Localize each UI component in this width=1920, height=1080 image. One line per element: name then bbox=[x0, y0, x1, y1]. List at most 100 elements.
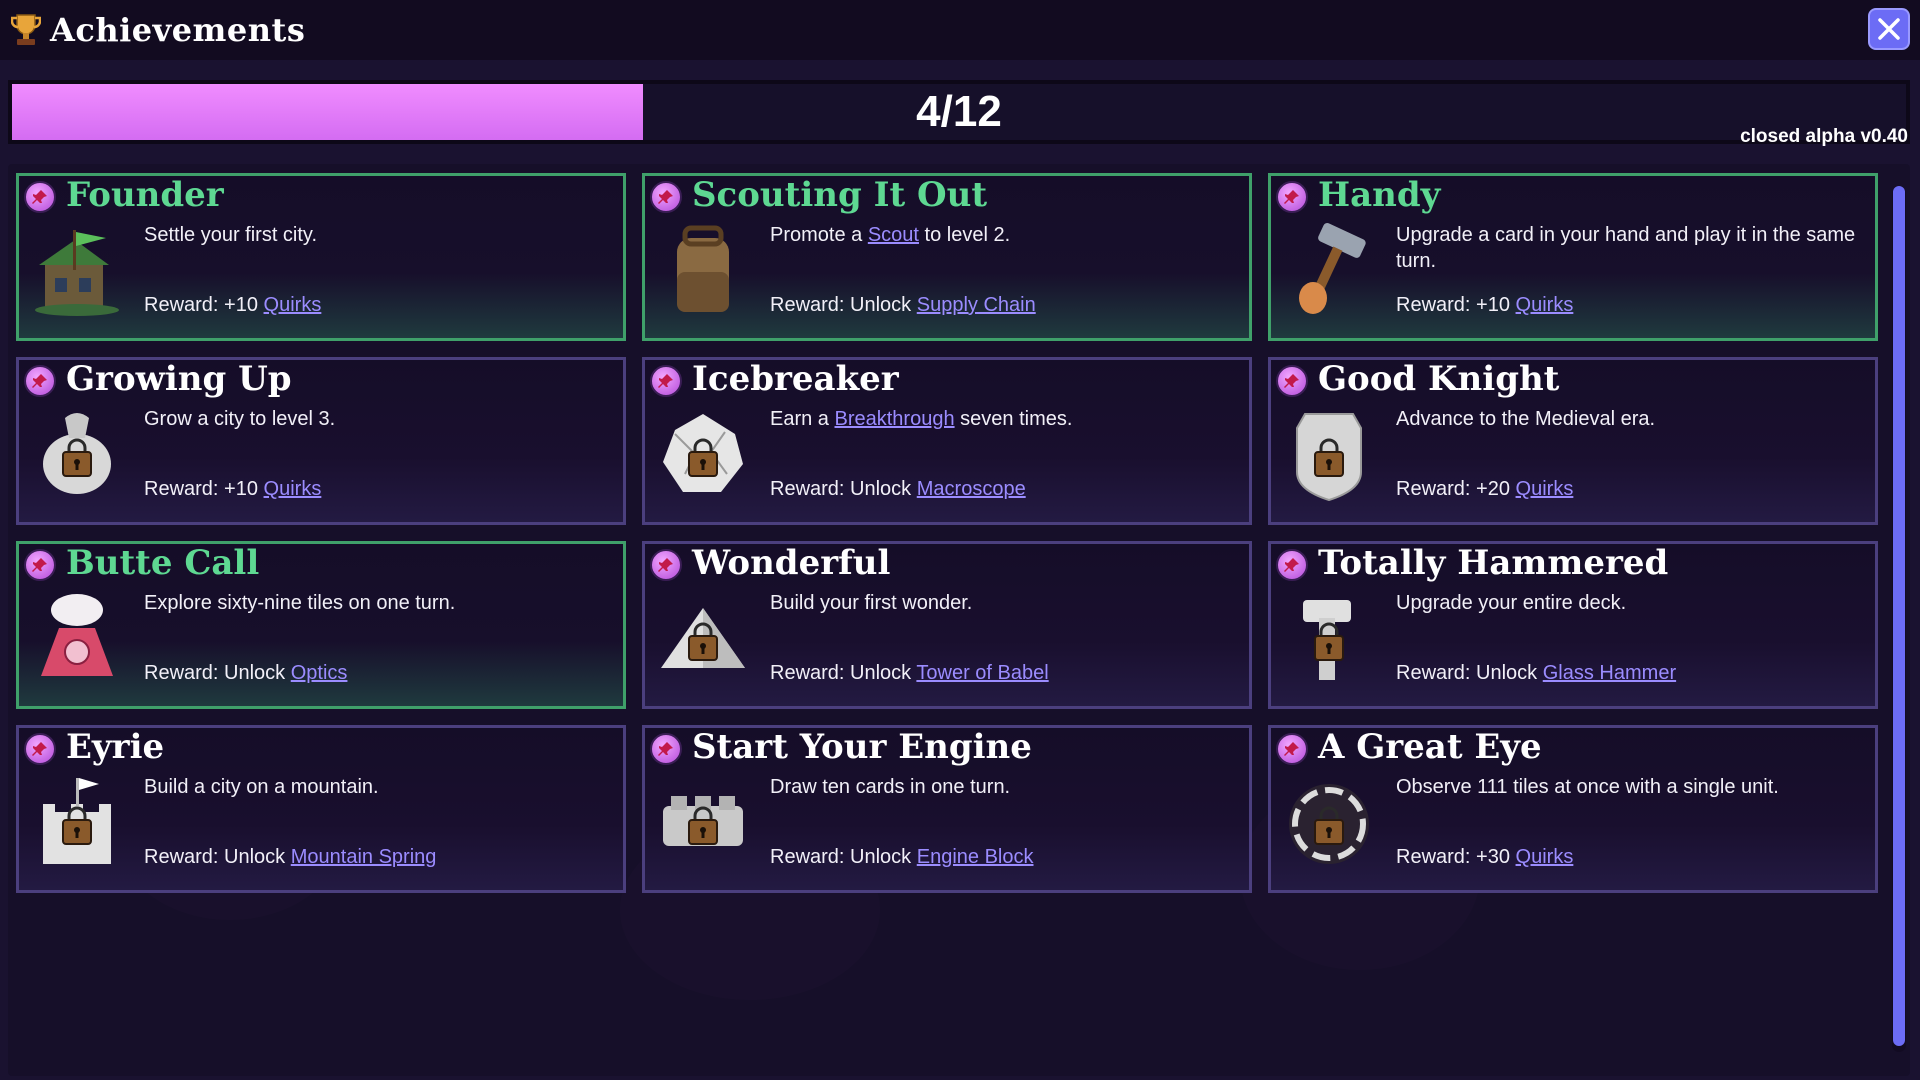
description-text: Draw ten cards in one turn. bbox=[770, 776, 1011, 798]
achievement-card: Eyrie Build a city on a mountain. Reward: … bbox=[16, 725, 626, 893]
locked-pyramid-icon bbox=[655, 588, 751, 688]
achievement-card: Good Knight Advance to the Medieval era. R… bbox=[1268, 357, 1878, 525]
achievement-badge bbox=[24, 365, 56, 397]
reward-link[interactable]: Macroscope bbox=[917, 478, 1026, 500]
locked-shield-icon bbox=[1281, 404, 1377, 504]
reward-link[interactable]: Quirks bbox=[264, 294, 322, 316]
achievement-badge bbox=[650, 549, 682, 581]
description-text: Promote a bbox=[770, 224, 863, 246]
achievement-description: Build a city on a mountain. bbox=[144, 774, 614, 800]
description-text: seven times. bbox=[960, 408, 1073, 430]
achievement-reward: Reward: +10 Quirks bbox=[144, 478, 321, 501]
locked-eye-icon bbox=[1281, 772, 1377, 872]
achievement-title: Handy bbox=[1318, 175, 1441, 215]
achievement-title: Butte Call bbox=[66, 543, 260, 583]
reward-type: Unlock bbox=[224, 662, 286, 684]
reward-link[interactable]: Tower of Babel bbox=[916, 662, 1048, 684]
pin-icon bbox=[32, 190, 47, 204]
reward-link[interactable]: Supply Chain bbox=[917, 294, 1036, 316]
achievement-card: Start Your Engine Draw ten cards in one t… bbox=[642, 725, 1252, 893]
pin-icon bbox=[1284, 558, 1299, 572]
locked-castle-icon bbox=[29, 772, 125, 872]
achievement-description: Upgrade your entire deck. bbox=[1396, 590, 1866, 616]
achievement-reward: Reward: Unlock Glass Hammer bbox=[1396, 662, 1676, 685]
achievement-badge bbox=[24, 549, 56, 581]
achievement-badge bbox=[650, 733, 682, 765]
reward-prefix: Reward: bbox=[770, 846, 845, 868]
achievement-badge bbox=[1276, 733, 1308, 765]
description-text: Grow a city to level 3. bbox=[144, 408, 336, 430]
achievement-card: A Great Eye Observe 111 tiles at once wit… bbox=[1268, 725, 1878, 893]
reward-type: +10 bbox=[224, 294, 258, 316]
achievement-title: Wonderful bbox=[692, 543, 891, 583]
reward-link[interactable]: Quirks bbox=[264, 478, 322, 500]
achievement-card: Scouting It Out Promote a Scout to level … bbox=[642, 173, 1252, 341]
description-link[interactable]: Scout bbox=[868, 224, 919, 246]
description-text: Earn a bbox=[770, 408, 829, 430]
reward-link[interactable]: Quirks bbox=[1516, 294, 1574, 316]
achievement-description: Settle your first city. bbox=[144, 222, 614, 248]
scrollbar[interactable] bbox=[1892, 186, 1906, 1052]
reward-prefix: Reward: bbox=[1396, 846, 1471, 868]
reward-link[interactable]: Engine Block bbox=[917, 846, 1034, 868]
achievement-description: Earn a Breakthrough seven times. bbox=[770, 406, 1240, 432]
reward-link[interactable]: Quirks bbox=[1516, 478, 1574, 500]
scrollbar-thumb[interactable] bbox=[1893, 186, 1905, 1046]
reward-type: +20 bbox=[1476, 478, 1510, 500]
reward-prefix: Reward: bbox=[770, 478, 845, 500]
pin-icon bbox=[658, 374, 673, 388]
achievement-badge bbox=[1276, 365, 1308, 397]
pin-icon bbox=[1284, 190, 1299, 204]
achievement-reward: Reward: +10 Quirks bbox=[1396, 294, 1573, 317]
pin-icon bbox=[658, 190, 673, 204]
reward-type: +10 bbox=[224, 478, 258, 500]
reward-prefix: Reward: bbox=[1396, 478, 1471, 500]
achievement-description: Promote a Scout to level 2. bbox=[770, 222, 1240, 248]
achievement-reward: Reward: Unlock Supply Chain bbox=[770, 294, 1036, 317]
achievement-reward: Reward: Unlock Macroscope bbox=[770, 478, 1026, 501]
reward-prefix: Reward: bbox=[770, 294, 845, 316]
reward-type: Unlock bbox=[850, 846, 912, 868]
reward-prefix: Reward: bbox=[144, 294, 219, 316]
reward-link[interactable]: Optics bbox=[291, 662, 348, 684]
achievement-reward: Reward: Unlock Mountain Spring bbox=[144, 846, 436, 869]
reward-prefix: Reward: bbox=[144, 846, 219, 868]
achievement-reward: Reward: +30 Quirks bbox=[1396, 846, 1573, 869]
reward-link[interactable]: Glass Hammer bbox=[1543, 662, 1676, 684]
locked-sack-icon bbox=[29, 404, 125, 504]
description-text: Settle your first city. bbox=[144, 224, 318, 246]
page-title: Achievements bbox=[50, 11, 306, 49]
achievement-progress-bar: 4/12 bbox=[8, 80, 1910, 144]
header-bar: Achievements bbox=[0, 0, 1920, 60]
pin-icon bbox=[658, 558, 673, 572]
description-text: Build a city on a mountain. bbox=[144, 776, 379, 798]
locked-hammer-icon bbox=[1281, 588, 1377, 688]
reward-prefix: Reward: bbox=[770, 662, 845, 684]
achievement-card: Growing Up Grow a city to level 3. Reward:… bbox=[16, 357, 626, 525]
description-text: Explore sixty-nine tiles on one turn. bbox=[144, 592, 456, 614]
description-text: Advance to the Medieval era. bbox=[1396, 408, 1656, 430]
reward-type: Unlock bbox=[850, 294, 912, 316]
achievement-card: Handy Upgrade a card in your hand and pla… bbox=[1268, 173, 1878, 341]
locked-ice-icon bbox=[655, 404, 751, 504]
pin-icon bbox=[1284, 742, 1299, 756]
reward-link[interactable]: Mountain Spring bbox=[291, 846, 437, 868]
close-button[interactable] bbox=[1868, 8, 1910, 50]
achievement-title: Scouting It Out bbox=[692, 175, 988, 215]
reward-type: Unlock bbox=[224, 846, 286, 868]
achievement-badge bbox=[1276, 549, 1308, 581]
hammer-icon bbox=[1281, 220, 1377, 320]
achievement-badge bbox=[650, 181, 682, 213]
description-link[interactable]: Breakthrough bbox=[835, 408, 955, 430]
achievement-description: Upgrade a card in your hand and play it … bbox=[1396, 222, 1866, 274]
reward-link[interactable]: Quirks bbox=[1516, 846, 1574, 868]
reward-prefix: Reward: bbox=[1396, 294, 1471, 316]
description-text: to level 2. bbox=[924, 224, 1011, 246]
reward-type: Unlock bbox=[850, 478, 912, 500]
pin-icon bbox=[32, 558, 47, 572]
achievement-badge bbox=[24, 181, 56, 213]
reward-prefix: Reward: bbox=[144, 478, 219, 500]
achievement-reward: Reward: Unlock Engine Block bbox=[770, 846, 1034, 869]
achievement-description: Advance to the Medieval era. bbox=[1396, 406, 1866, 432]
achievement-description: Explore sixty-nine tiles on one turn. bbox=[144, 590, 614, 616]
